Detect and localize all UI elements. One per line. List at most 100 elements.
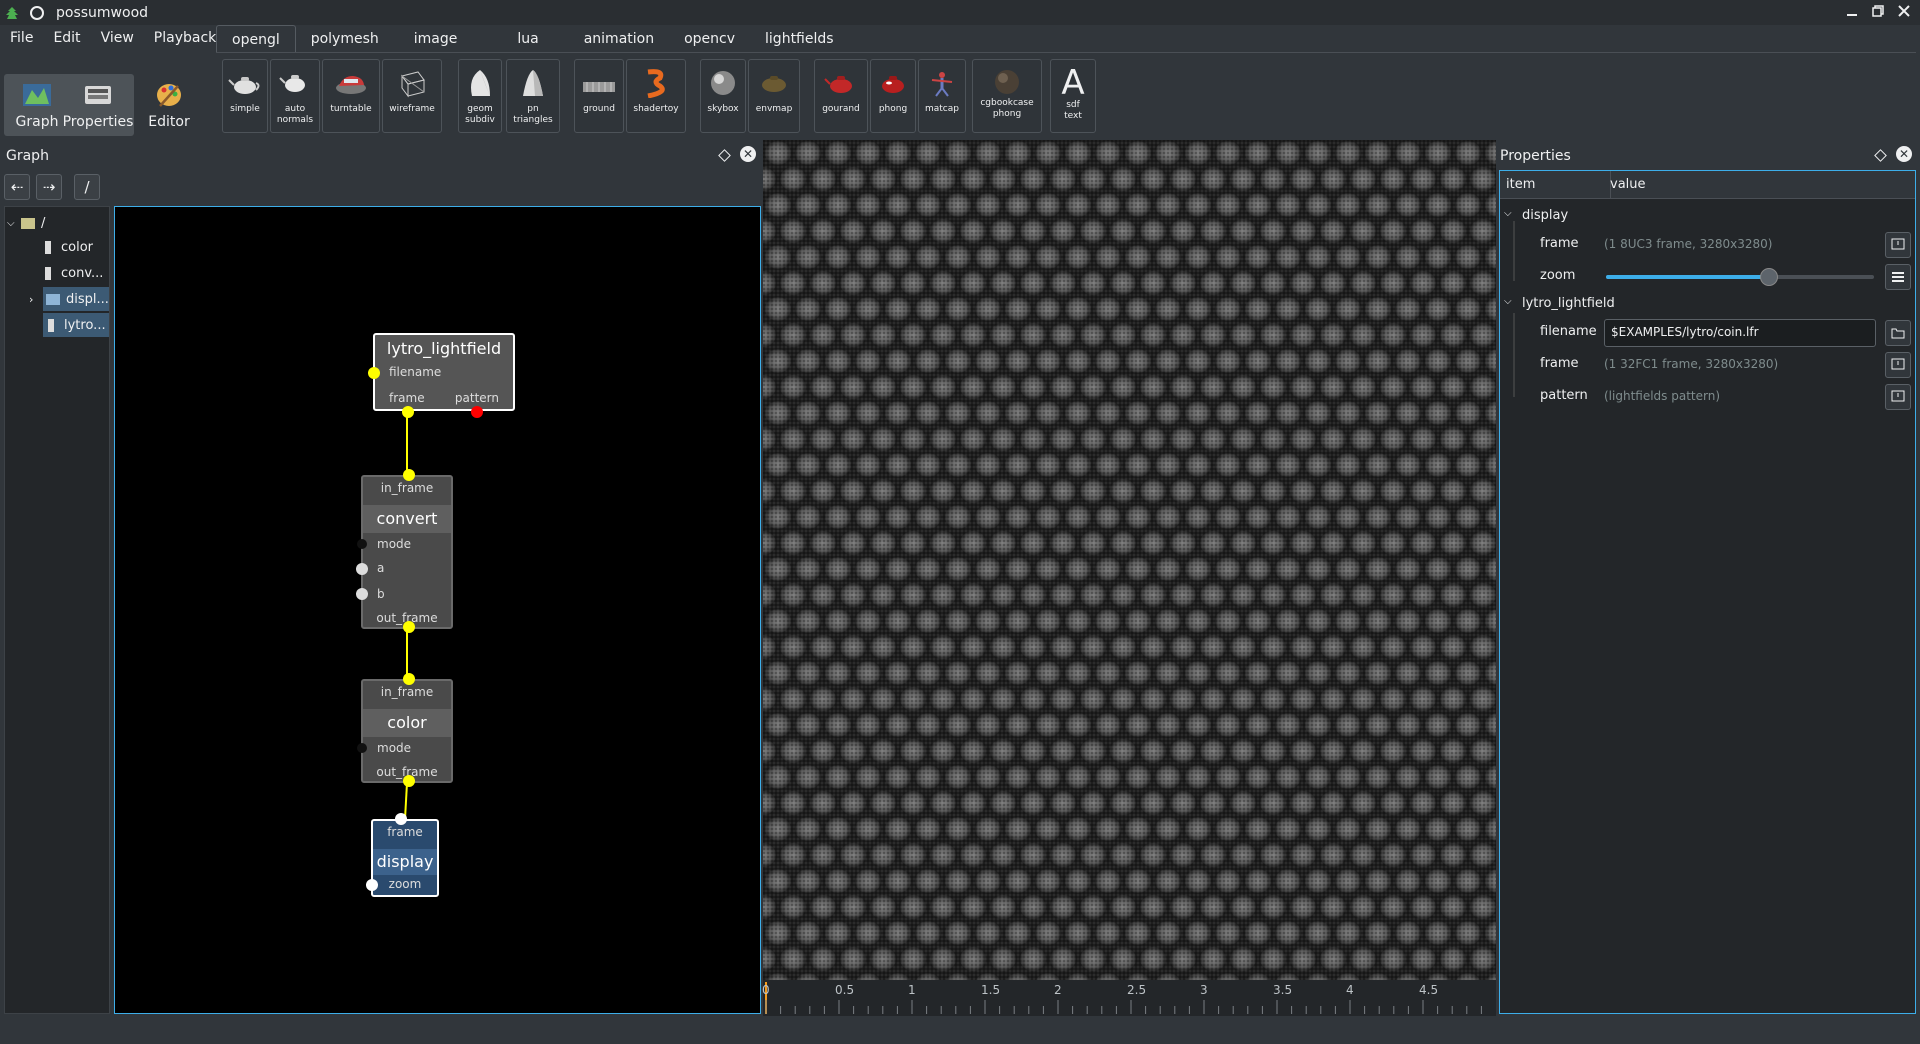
node-convert[interactable]: in_frame convert mode a b out_frame bbox=[356, 469, 453, 633]
toolbar-tabs: opengl polymesh image lua animation open… bbox=[216, 25, 849, 53]
properties-mode-button[interactable]: Properties bbox=[62, 74, 134, 136]
forward-button[interactable]: ⇢ bbox=[36, 174, 62, 200]
close-graph-panel-icon[interactable]: ✕ bbox=[740, 146, 756, 162]
tool-wireframe[interactable]: wireframe bbox=[382, 59, 442, 133]
node-title: lytro_lightfield bbox=[386, 339, 502, 358]
tool-label: turntable bbox=[330, 104, 372, 114]
graph-canvas[interactable]: lytro_lightfield filename frame pattern … bbox=[114, 206, 761, 1014]
float-panel-icon[interactable] bbox=[718, 149, 731, 162]
tab-polymesh[interactable]: polymesh bbox=[296, 25, 394, 53]
tool-ground[interactable]: ground bbox=[574, 59, 624, 133]
port-dot-mode[interactable] bbox=[357, 539, 367, 549]
port-dot-zoom[interactable] bbox=[366, 879, 378, 891]
port-in-frame: in_frame bbox=[380, 685, 434, 699]
back-button[interactable]: ⇠ bbox=[4, 174, 30, 200]
inspect-button[interactable] bbox=[1885, 232, 1911, 258]
tab-lightfields[interactable]: lightfields bbox=[750, 25, 849, 53]
filename-input[interactable]: $EXAMPLES/lytro/coin.lfr bbox=[1604, 319, 1876, 347]
tool-turntable[interactable]: turntable bbox=[322, 59, 380, 133]
tree-item-convert[interactable]: conv... bbox=[5, 261, 109, 285]
teapot-icon bbox=[228, 77, 260, 94]
tab-opencv[interactable]: opencv bbox=[669, 25, 750, 53]
chevron-right-icon[interactable]: › bbox=[29, 293, 33, 306]
inspect-button[interactable] bbox=[1885, 384, 1911, 410]
tool-label: auto normals bbox=[276, 104, 314, 125]
tree-item-color[interactable]: color bbox=[5, 235, 109, 259]
arrow-left-icon: ⇠ bbox=[10, 178, 24, 196]
menu-button[interactable] bbox=[1885, 264, 1911, 290]
port-dot-filename[interactable] bbox=[368, 367, 380, 379]
tool-label: ground bbox=[583, 104, 615, 114]
tab-lua[interactable]: lua bbox=[487, 25, 568, 53]
port-dot-frame[interactable] bbox=[395, 813, 407, 825]
node-color[interactable]: in_frame color mode out_frame bbox=[357, 673, 453, 787]
zoom-slider-track[interactable] bbox=[1606, 268, 1874, 286]
tab-animation[interactable]: animation bbox=[569, 25, 669, 53]
port-dot-in-frame[interactable] bbox=[403, 673, 415, 685]
viewport[interactable] bbox=[763, 140, 1496, 980]
port-dot-in-frame[interactable] bbox=[403, 469, 415, 481]
menu-edit[interactable]: Edit bbox=[43, 26, 90, 52]
tool-skybox[interactable]: skybox bbox=[700, 59, 746, 133]
tool-phong[interactable]: phong bbox=[870, 59, 916, 133]
group-display[interactable]: ⌵ display bbox=[1500, 201, 1915, 231]
menu-file[interactable]: File bbox=[0, 26, 43, 52]
properties-mode-label: Properties bbox=[62, 114, 134, 130]
tree-item-label: conv... bbox=[61, 265, 104, 281]
tree-root[interactable]: ⌵ / bbox=[7, 211, 45, 235]
tool-envmap[interactable]: envmap bbox=[748, 59, 800, 133]
port-dot-mode[interactable] bbox=[357, 743, 367, 753]
tool-auto-normals[interactable]: auto normals bbox=[270, 59, 320, 133]
zoom-slider-handle[interactable] bbox=[1760, 268, 1779, 286]
tool-pn-triangles[interactable]: pn triangles bbox=[506, 59, 560, 133]
path-button[interactable]: / bbox=[74, 174, 100, 200]
tool-label: sdf text bbox=[1064, 100, 1082, 121]
port-in-frame: in_frame bbox=[380, 481, 434, 495]
pn-triangles-icon bbox=[523, 70, 543, 96]
timeline[interactable]: 0 0.5 1 1.5 2 2.5 3 3.5 4 4.5 bbox=[762, 980, 1496, 1016]
tool-sdf-text[interactable]: A sdf text bbox=[1050, 59, 1096, 133]
close-properties-panel-icon[interactable]: ✕ bbox=[1896, 146, 1912, 162]
pin-icon[interactable] bbox=[30, 5, 44, 20]
port-dot-frame[interactable] bbox=[402, 406, 414, 418]
group-lytro-lightfield[interactable]: ⌵ lytro_lightfield bbox=[1500, 289, 1915, 319]
node-lytro-lightfield[interactable]: lytro_lightfield filename frame pattern bbox=[368, 333, 515, 418]
port-dot-out-frame[interactable] bbox=[403, 775, 415, 787]
port-dot-b[interactable] bbox=[356, 588, 368, 600]
properties-icon bbox=[85, 86, 111, 104]
timeline-label: 0 bbox=[762, 983, 770, 997]
node-display[interactable]: frame display zoom bbox=[366, 813, 439, 897]
letter-a-icon: A bbox=[1061, 63, 1085, 103]
port-dot-a[interactable] bbox=[356, 563, 368, 575]
tree-item-lytro[interactable]: lytro... bbox=[43, 313, 109, 337]
tool-shadertoy[interactable]: shadertoy bbox=[626, 59, 686, 133]
menu-playback[interactable]: Playback bbox=[144, 26, 226, 52]
tool-geom-subdiv[interactable]: geom subdiv bbox=[458, 59, 502, 133]
graph-mode-button[interactable]: Graph bbox=[4, 74, 70, 136]
comment-icon bbox=[1891, 358, 1905, 370]
browse-button[interactable] bbox=[1885, 320, 1911, 346]
port-mode: mode bbox=[377, 741, 412, 755]
editor-mode-button[interactable]: Editor bbox=[136, 74, 202, 136]
tool-gourand[interactable]: gourand bbox=[814, 59, 868, 133]
chevron-down-icon[interactable]: ⌵ bbox=[7, 218, 21, 229]
close-window-icon[interactable] bbox=[1896, 3, 1912, 19]
restore-icon[interactable] bbox=[1870, 3, 1886, 19]
tab-image[interactable]: image bbox=[394, 25, 488, 53]
properties-panel-title: Properties bbox=[1500, 148, 1571, 164]
tab-opengl[interactable]: opengl bbox=[216, 25, 296, 53]
tool-cgbookcase-phong[interactable]: cgbookcase phong bbox=[972, 59, 1042, 133]
port-dot-out-frame[interactable] bbox=[403, 621, 415, 633]
menu-view[interactable]: View bbox=[91, 26, 144, 52]
tool-matcap[interactable]: matcap bbox=[918, 59, 966, 133]
port-dot-pattern[interactable] bbox=[471, 406, 483, 418]
float-panel-icon[interactable] bbox=[1874, 149, 1887, 162]
tool-simple[interactable]: simple bbox=[222, 59, 268, 133]
tool-label: skybox bbox=[707, 104, 739, 114]
property-value: (1 32FC1 frame, 3280x3280) bbox=[1604, 357, 1779, 371]
arrow-right-icon: ⇢ bbox=[42, 178, 56, 196]
inspect-button[interactable] bbox=[1885, 352, 1911, 378]
minimize-icon[interactable] bbox=[1844, 3, 1860, 19]
tree-item-display[interactable]: › displ... bbox=[29, 287, 109, 311]
port-frame: frame bbox=[387, 825, 423, 839]
